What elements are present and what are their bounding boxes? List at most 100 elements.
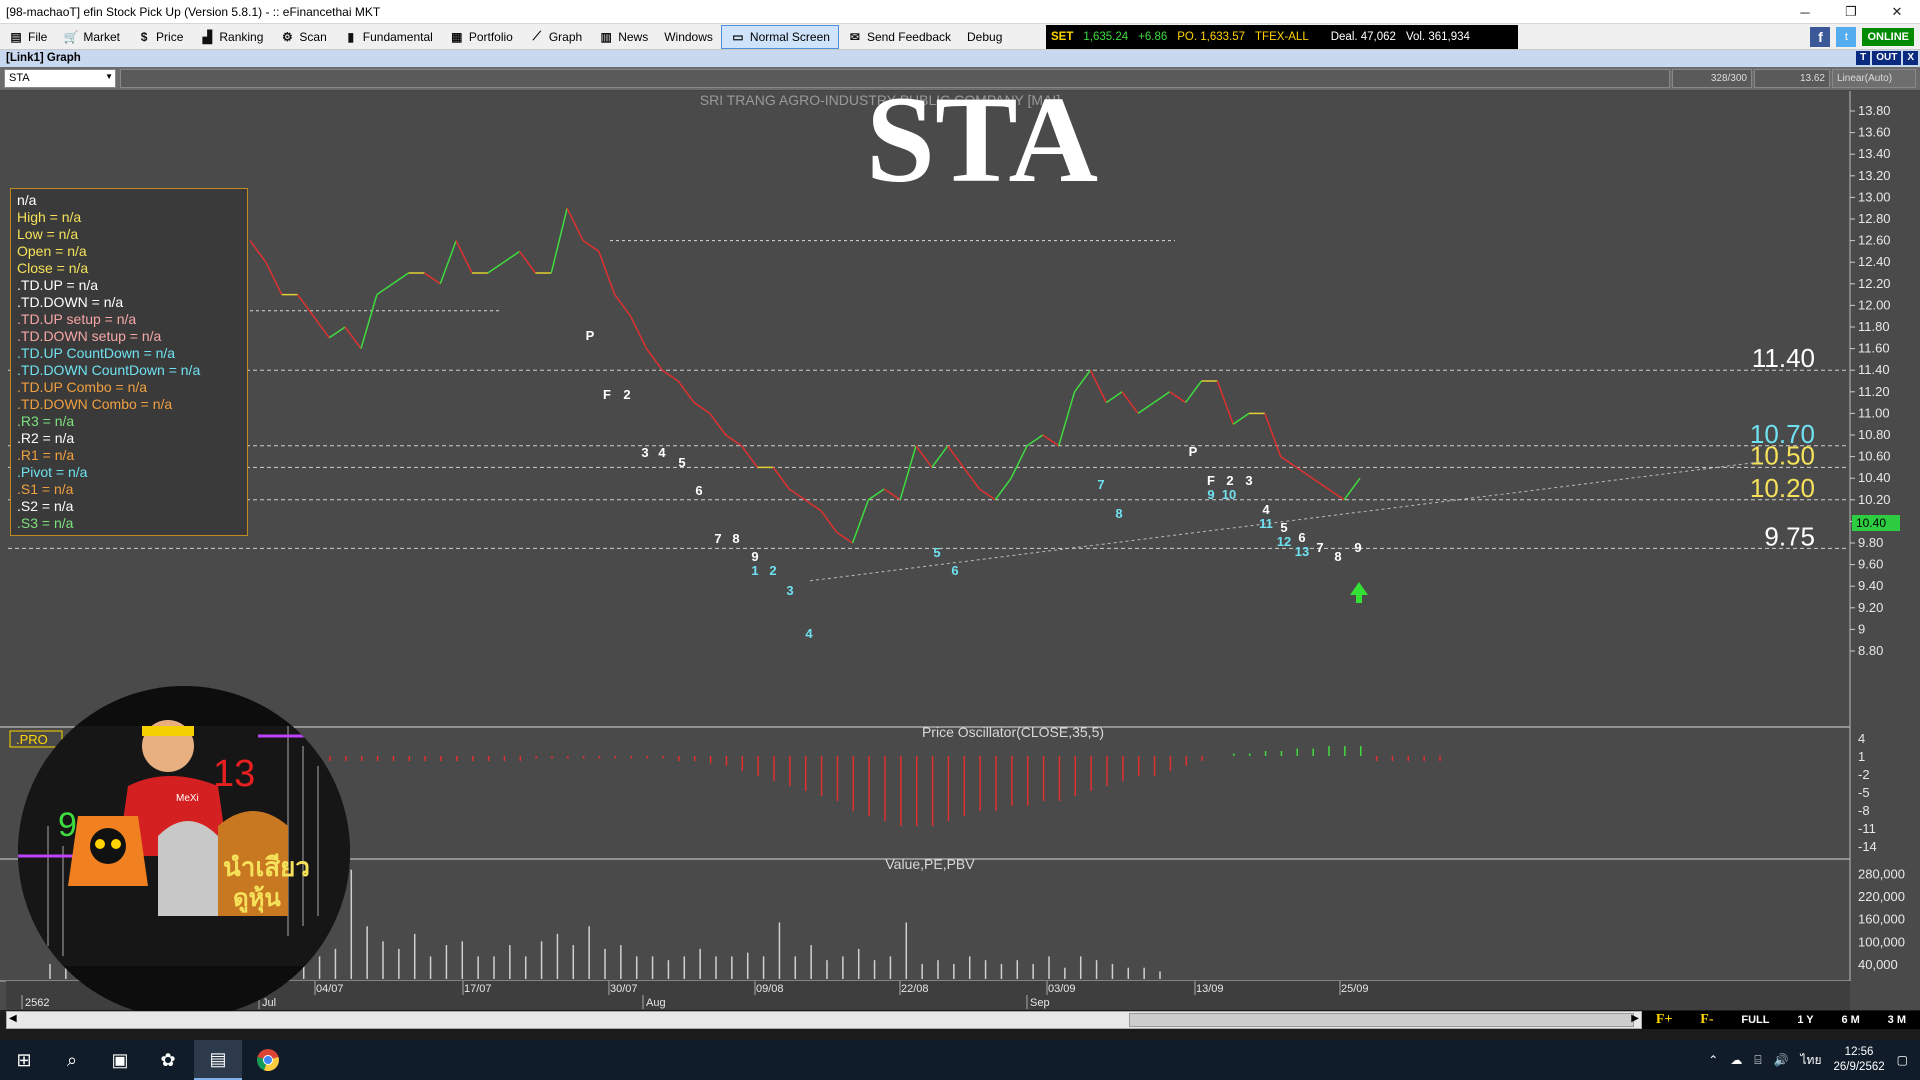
menu-ranking[interactable]: ▟ Ranking xyxy=(191,25,271,49)
volume-axis-tick: 160,000 xyxy=(1858,912,1905,927)
date-axis-label: 25/09 xyxy=(1341,983,1369,995)
scroll-thumb[interactable] xyxy=(1129,1013,1634,1027)
price-segment xyxy=(1089,369,1107,403)
menu-market[interactable]: 🛒 Market xyxy=(55,25,128,49)
price-level-label: 10.20 xyxy=(1750,473,1815,503)
price-segment xyxy=(1184,380,1203,404)
date-axis-label: 17/07 xyxy=(464,983,492,995)
cloud-icon[interactable]: ☁ xyxy=(1730,1053,1742,1067)
price-segment xyxy=(868,488,885,501)
price-segment xyxy=(1169,391,1186,404)
last-price-tag: 10.40 xyxy=(1856,516,1886,530)
range-full-button[interactable]: FULL xyxy=(1741,1014,1769,1026)
menu-scan[interactable]: ⚙ Scan xyxy=(271,25,334,49)
price-segment xyxy=(693,401,711,415)
range-3m-button[interactable]: 3 M xyxy=(1888,1014,1906,1026)
menu-news[interactable]: ▥ News xyxy=(590,25,656,49)
graph-icon: ⟋ xyxy=(532,29,542,43)
td-count-label: 4 xyxy=(658,445,666,460)
scroll-left-icon[interactable]: ◀ xyxy=(9,1013,17,1024)
clock[interactable]: 12:56 26/9/2562 xyxy=(1833,1045,1884,1075)
symbol-select[interactable]: STA ▼ xyxy=(4,69,116,88)
price-segment xyxy=(931,445,949,468)
price-segment xyxy=(360,294,378,349)
ticker-index: SET xyxy=(1051,31,1074,43)
menu-price[interactable]: $ Price xyxy=(128,25,191,49)
efin-app-icon[interactable]: ▤ xyxy=(194,1040,242,1080)
price-segment xyxy=(265,261,283,295)
td-count-label: 6 xyxy=(1298,530,1305,545)
horizontal-scrollbar[interactable]: ◀ ▶ xyxy=(6,1011,1642,1029)
twitter-icon[interactable]: t xyxy=(1836,27,1857,47)
chevron-down-icon[interactable]: ▼ xyxy=(105,72,113,81)
price-axis-tick: 12.60 xyxy=(1858,233,1891,248)
menu-file[interactable]: ▤ File xyxy=(0,25,55,49)
td-count-label: 1 xyxy=(751,563,758,578)
mascot-number-13: 13 xyxy=(213,753,255,795)
price-segment xyxy=(1105,391,1123,404)
language-indicator[interactable]: ไทย xyxy=(1801,1051,1822,1070)
td-count-label: 8 xyxy=(1115,506,1122,521)
mascot-text: MeXi xyxy=(176,793,199,804)
notifications-icon[interactable]: ▢ xyxy=(1897,1053,1908,1067)
range-1y-button[interactable]: 1 Y xyxy=(1797,1014,1813,1026)
range-6m-button[interactable]: 6 M xyxy=(1841,1014,1859,1026)
price-segment xyxy=(312,315,330,339)
menu-debug[interactable]: Debug xyxy=(959,25,1010,49)
td-count-label: 10 xyxy=(1222,487,1236,502)
window-title: [98-machaoT] efin Stock Pick Up (Version… xyxy=(6,4,381,19)
td-count-label: 9 xyxy=(751,549,758,564)
menu-windows[interactable]: Windows xyxy=(656,25,721,49)
price-segment xyxy=(772,466,790,490)
td-count-label: 5 xyxy=(933,545,940,560)
price-segment xyxy=(296,294,315,317)
scroll-right-icon[interactable]: ▶ xyxy=(1631,1013,1639,1024)
volume-icon[interactable]: 🔊 xyxy=(1774,1053,1789,1067)
info-line: .S2 = n/a xyxy=(17,498,74,514)
menu-graph[interactable]: ⟋ Graph xyxy=(521,25,590,49)
oscillator-label: .PRO xyxy=(16,732,48,747)
price-segment xyxy=(1137,401,1155,415)
bars-icon: ▮ xyxy=(347,29,355,44)
td-count-label: 3 xyxy=(786,583,793,598)
price-level-label: 10.50 xyxy=(1750,440,1815,470)
date-axis-label: 22/08 xyxy=(901,983,929,995)
close-button[interactable]: ✕ xyxy=(1874,0,1920,24)
maximize-button[interactable]: ❐ xyxy=(1828,0,1874,24)
td-count-label: 6 xyxy=(951,563,958,578)
ticker-tfex[interactable]: TFEX-ALL xyxy=(1250,31,1314,43)
info-line: .TD.UP = n/a xyxy=(17,277,99,293)
chevron-up-icon[interactable]: ⌃ xyxy=(1708,1053,1718,1067)
price-axis-tick: 10.80 xyxy=(1858,427,1891,442)
task-view-icon[interactable]: ▣ xyxy=(96,1040,144,1080)
network-icon[interactable]: ⌸ xyxy=(1754,1053,1761,1068)
info-line: .TD.DOWN CountDown = n/a xyxy=(17,362,201,378)
menu-fundamental[interactable]: ▮ Fundamental xyxy=(335,25,441,49)
graph-out-button[interactable]: OUT xyxy=(1872,51,1902,65)
zoom-in-button[interactable]: F+ xyxy=(1656,1012,1673,1028)
menu-portfolio[interactable]: ▦ Portfolio xyxy=(441,25,521,49)
td-count-label: 13 xyxy=(1295,544,1309,559)
oscillator-axis-tick: -2 xyxy=(1858,767,1870,782)
search-icon[interactable]: ⌕ xyxy=(48,1040,96,1080)
scale-mode[interactable]: Linear(Auto) xyxy=(1832,69,1916,88)
indicator-input[interactable] xyxy=(120,69,1670,88)
windows-start-icon[interactable]: ⊞ xyxy=(0,1040,48,1080)
price-segment xyxy=(962,466,981,490)
online-status-badge: ONLINE xyxy=(1862,28,1914,46)
zoom-out-button[interactable]: F- xyxy=(1700,1012,1713,1028)
bar-counter: 328/300 xyxy=(1672,69,1752,88)
graph-close-button[interactable]: X xyxy=(1903,51,1918,65)
chrome-icon[interactable] xyxy=(244,1040,292,1080)
facebook-icon[interactable]: f xyxy=(1810,27,1831,47)
price-segment xyxy=(1296,466,1313,479)
price-axis-tick: 13.40 xyxy=(1858,146,1891,161)
menu-send-feedback[interactable]: ✉ Send Feedback xyxy=(839,25,959,49)
graph-t-button[interactable]: T xyxy=(1856,51,1871,65)
range-toolbar: F+ F- FULL 1 Y 6 M 3 M xyxy=(1642,1011,1920,1029)
td-count-label: 12 xyxy=(1277,534,1291,549)
minimize-button[interactable]: ─ xyxy=(1782,0,1828,24)
date-axis-label: 09/08 xyxy=(756,983,784,995)
app-icon[interactable]: ✿ xyxy=(144,1040,192,1080)
menu-normal-screen[interactable]: ▭ Normal Screen xyxy=(720,24,839,49)
